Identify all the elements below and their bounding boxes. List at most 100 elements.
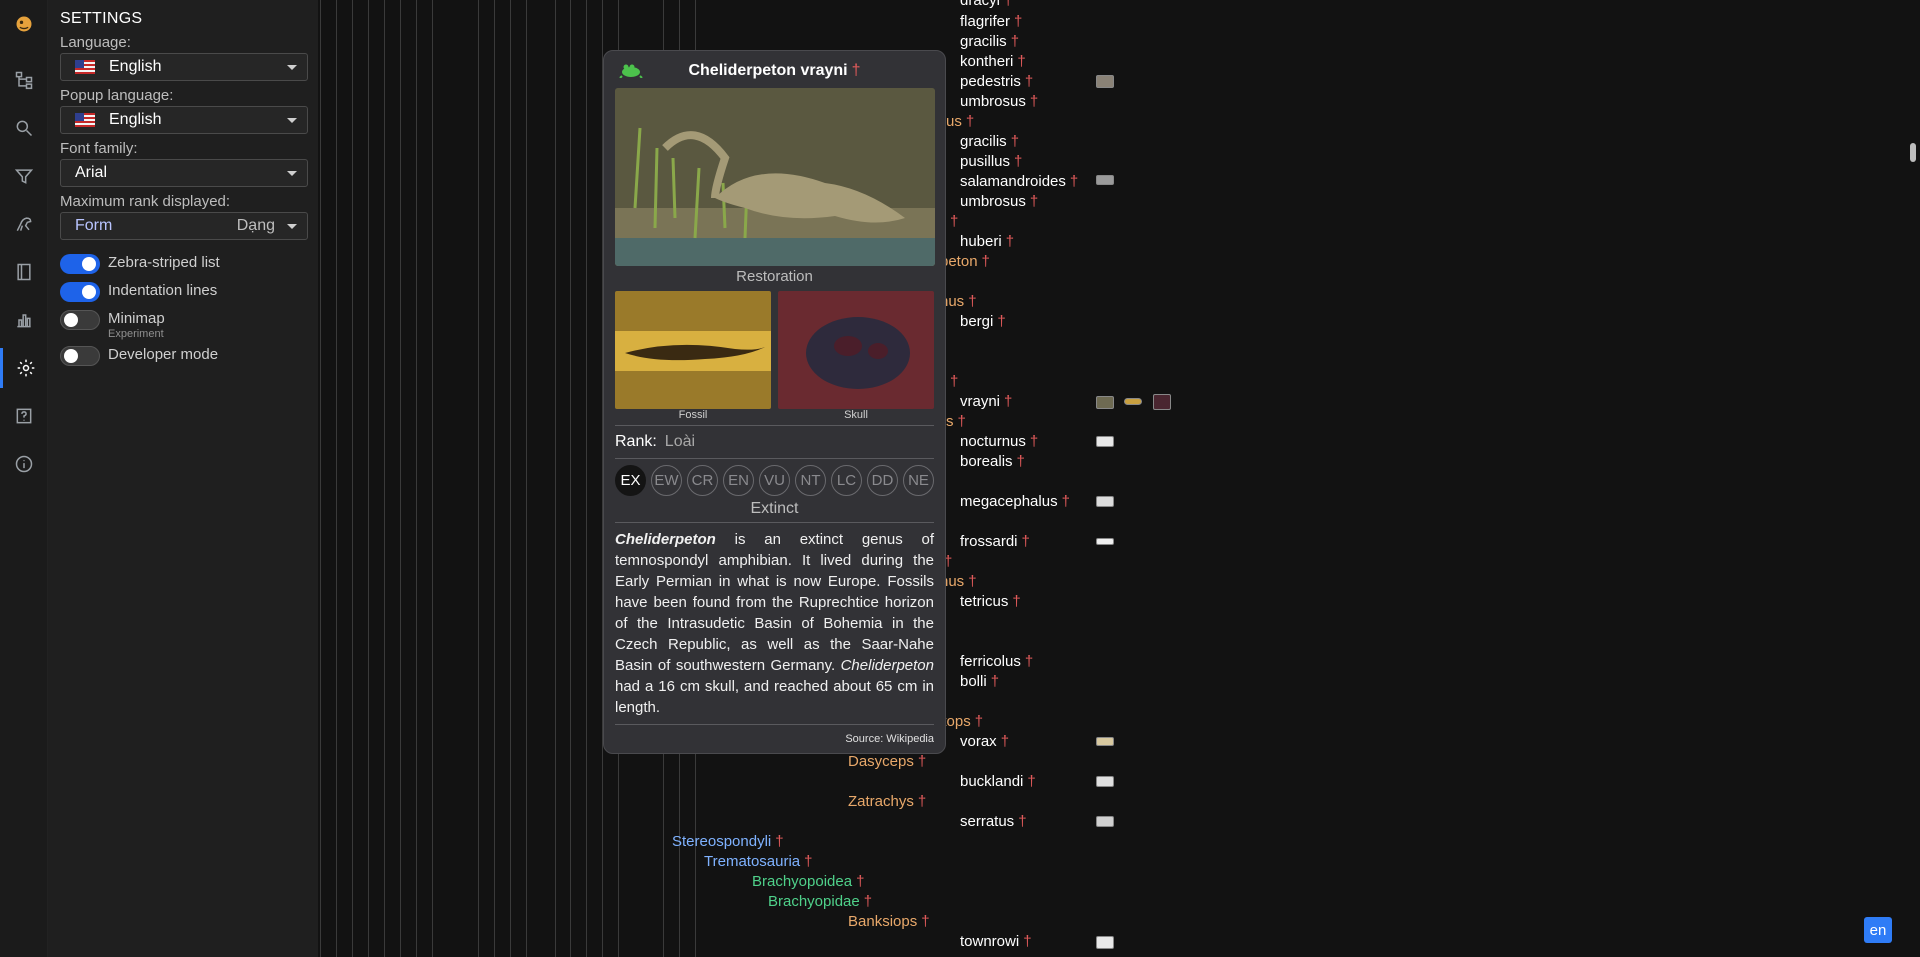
species-thumbnail[interactable] — [1096, 436, 1114, 447]
font-family-select[interactable]: Arial — [60, 159, 308, 187]
frog-icon — [619, 64, 643, 78]
filter-icon[interactable] — [0, 156, 48, 196]
genus-node[interactable]: Dasyceps † — [848, 753, 926, 770]
species-node[interactable]: bucklandi † — [960, 773, 1036, 790]
species-thumbnail[interactable] — [1096, 737, 1114, 746]
help-icon[interactable] — [0, 396, 48, 436]
popup-language-select[interactable]: English — [60, 106, 308, 134]
iucn-en: EN — [723, 465, 754, 496]
conservation-status: Extinct — [750, 500, 799, 517]
species-node[interactable]: ferricolus † — [960, 653, 1033, 670]
species-node[interactable]: pedestris † — [960, 73, 1033, 90]
species-node[interactable]: dracyi † — [960, 0, 1012, 9]
rank-value: Loài — [664, 433, 696, 450]
clade-node[interactable]: Brachyopidae † — [768, 893, 872, 910]
species-node[interactable]: bolli † — [960, 673, 999, 690]
scrollbar-thumb[interactable] — [1910, 143, 1916, 162]
chevron-down-icon — [287, 171, 297, 176]
species-description: Cheliderpeton is an extinct genus of tem… — [615, 531, 934, 716]
indent-line — [368, 0, 369, 957]
species-thumbnail[interactable] — [1096, 496, 1114, 507]
search-icon[interactable] — [0, 108, 48, 148]
restoration-caption: Restoration — [736, 268, 813, 285]
species-node[interactable]: tetricus † — [960, 593, 1021, 610]
max-rank-select[interactable]: Form Dạng — [60, 212, 308, 240]
species-popup: Cheliderpeton vrayni † Restoration Fossil — [603, 50, 946, 754]
species-node[interactable]: townrowi † — [960, 933, 1032, 950]
divider — [615, 458, 934, 459]
indent-line — [570, 0, 571, 957]
indent-line — [586, 0, 587, 957]
clade-node[interactable]: Trematosauria † — [704, 853, 813, 870]
genus-node[interactable]: s † — [946, 413, 966, 430]
species-node[interactable]: serratus † — [960, 813, 1027, 830]
zebra-toggle-row: Zebra-striped list — [60, 254, 306, 276]
species-node[interactable]: salamandroides † — [960, 173, 1078, 190]
species-thumbnail[interactable] — [1096, 396, 1114, 409]
tree-icon[interactable] — [0, 60, 48, 100]
species-thumbnail[interactable] — [1153, 394, 1171, 410]
indent-line — [336, 0, 337, 957]
species-node[interactable]: vorax † — [960, 733, 1009, 750]
species-node[interactable]: flagrifer † — [960, 13, 1022, 30]
minimap-toggle[interactable] — [60, 310, 100, 330]
indent-line — [416, 0, 417, 957]
developer-toggle[interactable] — [60, 346, 100, 366]
dinosaur-icon[interactable] — [0, 204, 48, 244]
species-thumbnail[interactable] — [1096, 538, 1114, 545]
species-node[interactable]: bergi † — [960, 313, 1006, 330]
info-icon[interactable] — [0, 444, 48, 484]
iucn-ne: NE — [903, 465, 934, 496]
fossil-caption: Fossil — [678, 409, 708, 421]
image-row: Fossil Skull — [615, 291, 934, 421]
iucn-ew: EW — [651, 465, 682, 496]
species-node[interactable]: gracilis † — [960, 133, 1019, 150]
indent-line — [494, 0, 495, 957]
settings-icon[interactable] — [0, 348, 48, 388]
settings-panel: SETTINGS Language: English Popup languag… — [48, 0, 318, 957]
indent-line — [352, 0, 353, 957]
species-thumbnail[interactable] — [1096, 936, 1114, 949]
species-node[interactable]: umbrosus † — [960, 193, 1038, 210]
genus-node[interactable]: † — [946, 213, 958, 230]
genus-node[interactable]: Banksiops † — [848, 913, 930, 930]
language-badge[interactable]: en — [1864, 917, 1892, 943]
book-icon[interactable] — [0, 252, 48, 292]
species-node-selected[interactable]: vrayni † — [960, 393, 1012, 410]
genus-node[interactable]: Zatrachys † — [848, 793, 926, 810]
species-node[interactable]: umbrosus † — [960, 93, 1038, 110]
indent-line — [384, 0, 385, 957]
clade-node[interactable]: Stereospondyli † — [672, 833, 784, 850]
iucn-cr: CR — [687, 465, 718, 496]
clade-node[interactable]: Brachyopoidea † — [752, 873, 864, 890]
skull-image[interactable] — [778, 291, 934, 409]
iucn-status-scale: EX EW CR EN VU NT LC DD NE — [615, 465, 934, 496]
species-node[interactable]: nocturnus † — [960, 433, 1038, 450]
species-node[interactable]: huberi † — [960, 233, 1014, 250]
species-node[interactable]: pusillus † — [960, 153, 1022, 170]
species-thumbnail[interactable] — [1096, 816, 1114, 827]
zebra-toggle[interactable] — [60, 254, 100, 274]
species-node[interactable]: megacephalus † — [960, 493, 1070, 510]
species-thumbnail[interactable] — [1124, 398, 1142, 405]
logo-icon[interactable] — [0, 4, 48, 44]
us-flag-icon — [75, 113, 95, 127]
fossil-image[interactable] — [615, 291, 771, 409]
genus-node[interactable]: us † — [946, 113, 974, 130]
species-node[interactable]: frossardi † — [960, 533, 1030, 550]
max-rank-local-value: Dạng — [236, 217, 275, 234]
source-link[interactable]: Source: Wikipedia — [615, 733, 934, 745]
iucn-dd: DD — [867, 465, 898, 496]
species-thumbnail[interactable] — [1096, 75, 1114, 88]
genus-node[interactable]: peton † — [940, 253, 990, 270]
indentation-toggle[interactable] — [60, 282, 100, 302]
stats-icon[interactable] — [0, 300, 48, 340]
species-thumbnail[interactable] — [1096, 175, 1114, 185]
species-node[interactable]: borealis † — [960, 453, 1025, 470]
genus-node[interactable]: † — [946, 373, 958, 390]
species-thumbnail[interactable] — [1096, 776, 1114, 787]
species-node[interactable]: gracilis † — [960, 33, 1019, 50]
restoration-image[interactable] — [615, 88, 935, 266]
language-select[interactable]: English — [60, 53, 308, 81]
species-node[interactable]: kontheri † — [960, 53, 1026, 70]
